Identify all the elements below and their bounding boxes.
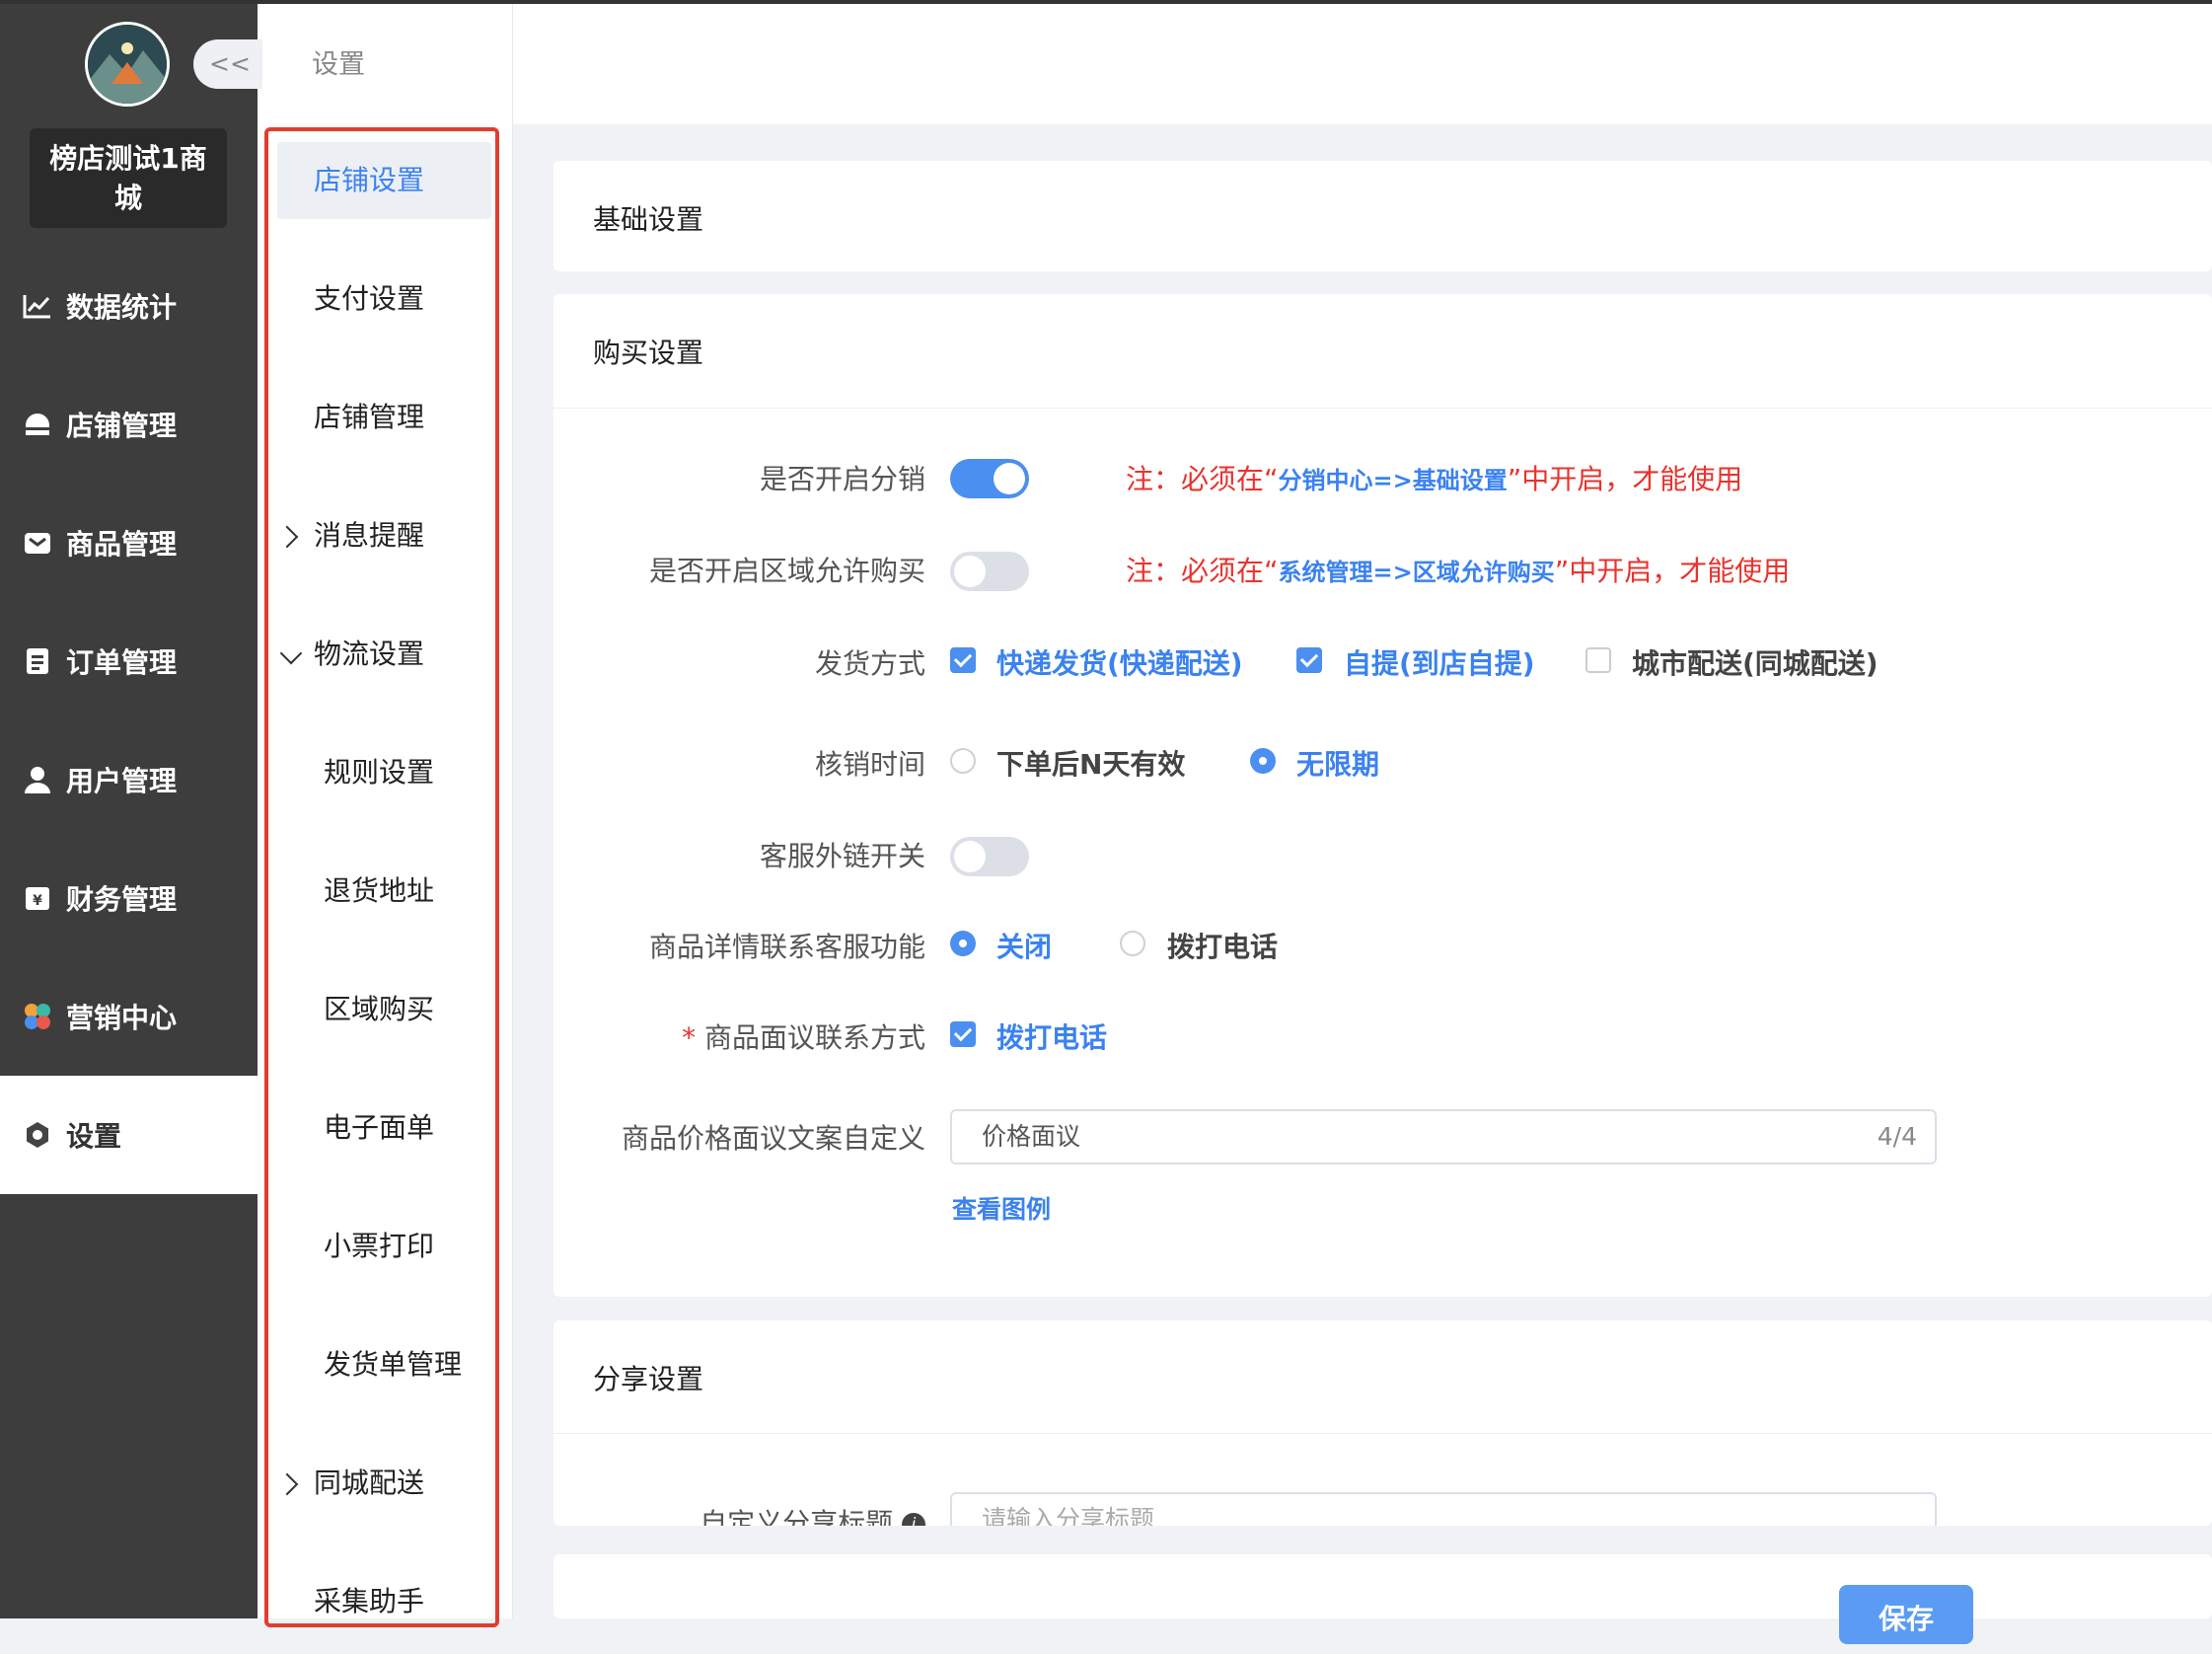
sidebar-item-orders[interactable]: 订单管理 xyxy=(0,602,258,720)
store-icon xyxy=(20,407,55,442)
detail-service-off-radio[interactable] xyxy=(950,931,976,956)
price-text-value: 价格面议 xyxy=(982,1122,1081,1151)
svg-text:¥: ¥ xyxy=(33,893,42,909)
section-divider xyxy=(553,1433,2212,1434)
sidebar-item-label: 用户管理 xyxy=(66,765,178,797)
delivery-city-checkbox[interactable] xyxy=(1585,647,1611,673)
row-label-text: 商品面议联系方式 xyxy=(703,1021,925,1054)
collapse-button[interactable]: << xyxy=(193,39,262,89)
delivery-pickup-checkbox[interactable] xyxy=(1296,647,1322,673)
sidebar-item-label: 商品管理 xyxy=(66,528,178,561)
sidebar-item-label: 营销中心 xyxy=(66,1002,178,1034)
submenu-title: 设置 xyxy=(312,49,365,80)
section-title-basic: 基础设置 xyxy=(593,203,704,236)
delivery-city-label[interactable]: 城市配送(同城配送) xyxy=(1632,642,1879,682)
sidebar-item-goods[interactable]: 商品管理 xyxy=(0,484,258,602)
detail-service-call-radio[interactable] xyxy=(1120,931,1145,956)
verify-ndays-label[interactable]: 下单后N天有效 xyxy=(996,743,1185,783)
row-label-service-link: 客服外链开关 xyxy=(759,840,925,872)
region-note: 注：必须在“系统管理=>区域允许购买”中开启，才能使用 xyxy=(1126,550,1790,589)
required-mark: * xyxy=(682,1021,697,1054)
view-example-link[interactable]: 查看图例 xyxy=(952,1190,1051,1226)
delivery-express-checkbox[interactable] xyxy=(950,647,976,673)
row-label-region: 是否开启区域允许购买 xyxy=(648,555,925,587)
window-top-border xyxy=(0,0,2212,4)
row-label-text: 自定义分享标题 xyxy=(700,1507,894,1526)
note-prefix: 注：必须在“ xyxy=(1126,463,1279,495)
sidebar-item-users[interactable]: 用户管理 xyxy=(0,720,258,839)
toggle-knob xyxy=(954,556,986,587)
sidebar-item-label: 店铺管理 xyxy=(66,410,178,442)
marketing-icon xyxy=(20,999,55,1034)
sidebar-item-settings[interactable]: 设置 xyxy=(0,1076,258,1194)
distribution-note: 注：必须在“分销中心=>基础设置”中开启，才能使用 xyxy=(1126,458,1742,497)
delivery-pickup-label[interactable]: 自提(到店自提) xyxy=(1344,642,1535,682)
share-title-placeholder: 请输入分享标题 xyxy=(982,1505,1155,1526)
chart-icon xyxy=(20,288,55,324)
note-suffix: ”中开启，才能使用 xyxy=(1554,555,1791,587)
verify-unlimited-radio[interactable] xyxy=(1250,748,1276,774)
content-topbar xyxy=(513,4,2212,124)
highlight-frame xyxy=(264,127,499,1627)
shop-name: 榜店测试1商城 xyxy=(30,128,227,228)
verify-unlimited-label[interactable]: 无限期 xyxy=(1296,743,1379,783)
row-label-detail-service: 商品详情联系客服功能 xyxy=(648,931,925,963)
save-button[interactable]: 保存 xyxy=(1839,1585,1973,1644)
goods-icon xyxy=(20,525,55,561)
section-divider xyxy=(553,408,2212,409)
row-label-distribution: 是否开启分销 xyxy=(759,463,925,495)
verify-ndays-radio[interactable] xyxy=(950,748,976,774)
shop-avatar[interactable] xyxy=(85,22,170,107)
toggle-knob xyxy=(994,463,1025,494)
sidebar-item-label: 设置 xyxy=(66,1120,122,1153)
note-link-distribution[interactable]: 分销中心=>基础设置 xyxy=(1279,467,1508,494)
detail-service-off-label[interactable]: 关闭 xyxy=(996,926,1052,965)
user-icon xyxy=(20,762,55,797)
negotiation-call-checkbox[interactable] xyxy=(950,1021,976,1047)
note-link-region[interactable]: 系统管理=>区域允许购买 xyxy=(1279,559,1555,586)
negotiation-call-label[interactable]: 拨打电话 xyxy=(996,1016,1107,1056)
order-icon xyxy=(20,643,55,679)
row-label-negotiation: * 商品面议联系方式 xyxy=(682,1016,925,1056)
section-title-purchase: 购买设置 xyxy=(593,337,704,369)
detail-service-call-label[interactable]: 拨打电话 xyxy=(1167,926,1278,965)
price-text-input[interactable]: 价格面议 4/4 xyxy=(950,1109,1937,1165)
settings-icon xyxy=(20,1117,55,1153)
row-label-delivery: 发货方式 xyxy=(814,647,925,680)
toggle-knob xyxy=(954,841,986,872)
region-toggle[interactable] xyxy=(950,552,1029,591)
row-label-verify-time: 核销时间 xyxy=(814,748,925,781)
main-sidebar: 榜店测试1商城 数据统计 店铺管理 商品管理 订单管理 用户管理 ¥ 财务管理 xyxy=(0,0,258,1618)
sidebar-item-label: 数据统计 xyxy=(66,291,178,324)
sidebar-item-marketing[interactable]: 营销中心 xyxy=(0,957,258,1076)
share-settings-card: 分享设置 自定义分享标题 i 请输入分享标题 xyxy=(553,1320,2212,1526)
finance-icon: ¥ xyxy=(20,880,55,916)
delivery-express-label[interactable]: 快递发货(快递配送) xyxy=(996,642,1243,682)
sidebar-item-statistics[interactable]: 数据统计 xyxy=(0,247,258,365)
section-title-share: 分享设置 xyxy=(593,1363,704,1395)
info-icon[interactable]: i xyxy=(902,1513,925,1526)
distribution-toggle[interactable] xyxy=(950,459,1029,498)
sidebar-item-store[interactable]: 店铺管理 xyxy=(0,365,258,484)
sidebar-item-label: 订单管理 xyxy=(66,646,178,679)
purchase-settings-card: 购买设置 是否开启分销 注：必须在“分销中心=>基础设置”中开启，才能使用 是否… xyxy=(553,294,2212,1297)
row-label-price-text: 商品价格面议文案自定义 xyxy=(621,1122,925,1155)
note-suffix: ”中开启，才能使用 xyxy=(1507,463,1743,495)
row-label-share-title: 自定义分享标题 i xyxy=(700,1502,925,1526)
service-link-toggle[interactable] xyxy=(950,837,1029,876)
share-title-input[interactable]: 请输入分享标题 xyxy=(950,1492,1937,1526)
char-counter: 4/4 xyxy=(1877,1122,1917,1151)
sidebar-item-finance[interactable]: ¥ 财务管理 xyxy=(0,839,258,957)
note-prefix: 注：必须在“ xyxy=(1126,555,1279,587)
basic-settings-card: 基础设置 xyxy=(553,161,2212,271)
sidebar-item-label: 财务管理 xyxy=(66,883,178,916)
